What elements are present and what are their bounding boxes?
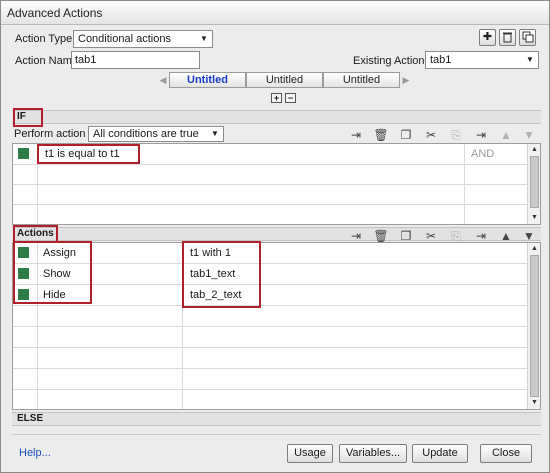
footer-divider — [12, 434, 541, 435]
existing-actions-select[interactable]: tab1 ▼ — [425, 51, 539, 69]
usage-button[interactable]: Usage — [287, 444, 333, 463]
help-link[interactable]: Help... — [19, 447, 51, 459]
table-row[interactable] — [13, 204, 527, 224]
if-conditions-grid: t1 is equal to t1 AND ▲ ▼ — [12, 143, 541, 225]
copy-icon[interactable]: ❐ — [397, 127, 415, 143]
if-toolbar: Perform action if: All conditions are tr… — [12, 126, 541, 143]
target-cell[interactable]: tab1_text — [190, 264, 235, 284]
advanced-actions-window: Advanced Actions Action Type: Conditiona… — [0, 0, 550, 473]
move-up-icon[interactable]: ▲ — [497, 127, 515, 143]
tab-untitled-3[interactable]: Untitled — [323, 72, 400, 88]
scroll-up-icon[interactable]: ▲ — [529, 244, 540, 254]
close-button[interactable]: Close — [480, 444, 532, 463]
action-cell[interactable]: Hide — [43, 285, 66, 305]
tab-scroll-right-icon[interactable]: ▶ — [400, 72, 412, 88]
table-row[interactable] — [13, 306, 527, 327]
table-row[interactable] — [13, 369, 527, 390]
tab-untitled-1[interactable]: Untitled — [169, 72, 246, 88]
else-section-header[interactable]: ELSE — [12, 412, 541, 426]
insert-row-icon[interactable]: ⇥ — [347, 127, 365, 143]
row-marker-icon — [18, 289, 29, 300]
target-cell[interactable]: tab_2_text — [190, 285, 241, 305]
chevron-down-icon: ▼ — [526, 55, 534, 64]
scroll-down-icon[interactable]: ▼ — [529, 398, 540, 408]
table-row[interactable]: Assign t1 with 1 — [13, 243, 527, 264]
table-row[interactable]: t1 is equal to t1 AND — [13, 144, 527, 165]
table-row[interactable]: Hide tab_2_text — [13, 285, 527, 306]
action-cell[interactable]: Show — [43, 264, 71, 284]
existing-actions-value: tab1 — [430, 54, 452, 66]
cut-icon[interactable]: ✂ — [422, 127, 440, 143]
action-name-input[interactable]: tab1 — [71, 51, 200, 69]
target-cell[interactable]: t1 with 1 — [190, 243, 231, 263]
scroll-thumb[interactable] — [530, 255, 539, 397]
condition-operator-cell[interactable]: AND — [471, 144, 494, 164]
table-row[interactable] — [13, 348, 527, 369]
add-tab-icon[interactable]: + — [271, 93, 282, 103]
actions-grid: Assign t1 with 1 Show tab1_text Hide tab… — [12, 242, 541, 410]
update-button[interactable]: Update — [412, 444, 468, 463]
plus-icon[interactable]: ✚ — [479, 29, 496, 46]
if-section-header: IF — [12, 110, 541, 124]
tab-untitled-2[interactable]: Untitled — [246, 72, 323, 88]
if-scrollbar[interactable]: ▲ ▼ — [527, 144, 540, 224]
variables-button[interactable]: Variables... — [339, 444, 407, 463]
else-label: ELSE — [17, 413, 44, 424]
row-marker-icon — [18, 148, 29, 159]
action-type-label: Action Type: — [15, 33, 76, 45]
tab-scroll-left-icon[interactable]: ◀ — [157, 72, 169, 88]
insert-after-icon[interactable]: ⇥ — [472, 127, 490, 143]
table-row[interactable] — [13, 390, 527, 409]
table-row[interactable] — [13, 164, 527, 185]
if-label: IF — [17, 111, 26, 122]
perform-action-value: All conditions are true — [93, 128, 199, 140]
move-down-icon[interactable]: ▼ — [520, 127, 538, 143]
chevron-down-icon: ▼ — [211, 129, 219, 138]
table-row[interactable]: Show tab1_text — [13, 264, 527, 285]
trash-icon[interactable]: 🗑 — [372, 127, 390, 143]
duplicate-icon[interactable] — [519, 29, 536, 46]
action-type-select[interactable]: Conditional actions ▼ — [73, 30, 213, 48]
remove-tab-icon[interactable]: − — [285, 93, 296, 103]
chevron-down-icon: ▼ — [200, 34, 208, 43]
perform-action-select[interactable]: All conditions are true ▼ — [88, 126, 224, 142]
existing-actions-label: Existing Actions: — [353, 55, 434, 67]
action-type-value: Conditional actions — [78, 33, 171, 45]
table-row[interactable] — [13, 184, 527, 205]
row-marker-icon — [18, 268, 29, 279]
table-row[interactable] — [13, 327, 527, 348]
scroll-up-icon[interactable]: ▲ — [529, 145, 540, 155]
actions-label: Actions — [17, 228, 54, 239]
trash-icon[interactable] — [499, 29, 516, 46]
perform-action-label: Perform action if: — [14, 128, 98, 140]
actions-scrollbar[interactable]: ▲ ▼ — [527, 243, 540, 409]
condition-cell[interactable]: t1 is equal to t1 — [45, 144, 120, 164]
action-cell[interactable]: Assign — [43, 243, 76, 263]
paste-icon[interactable]: ⎘ — [447, 127, 465, 143]
scroll-thumb[interactable] — [530, 156, 539, 208]
row-marker-icon — [18, 247, 29, 258]
scroll-down-icon[interactable]: ▼ — [529, 213, 540, 223]
window-title: Advanced Actions — [1, 1, 549, 25]
